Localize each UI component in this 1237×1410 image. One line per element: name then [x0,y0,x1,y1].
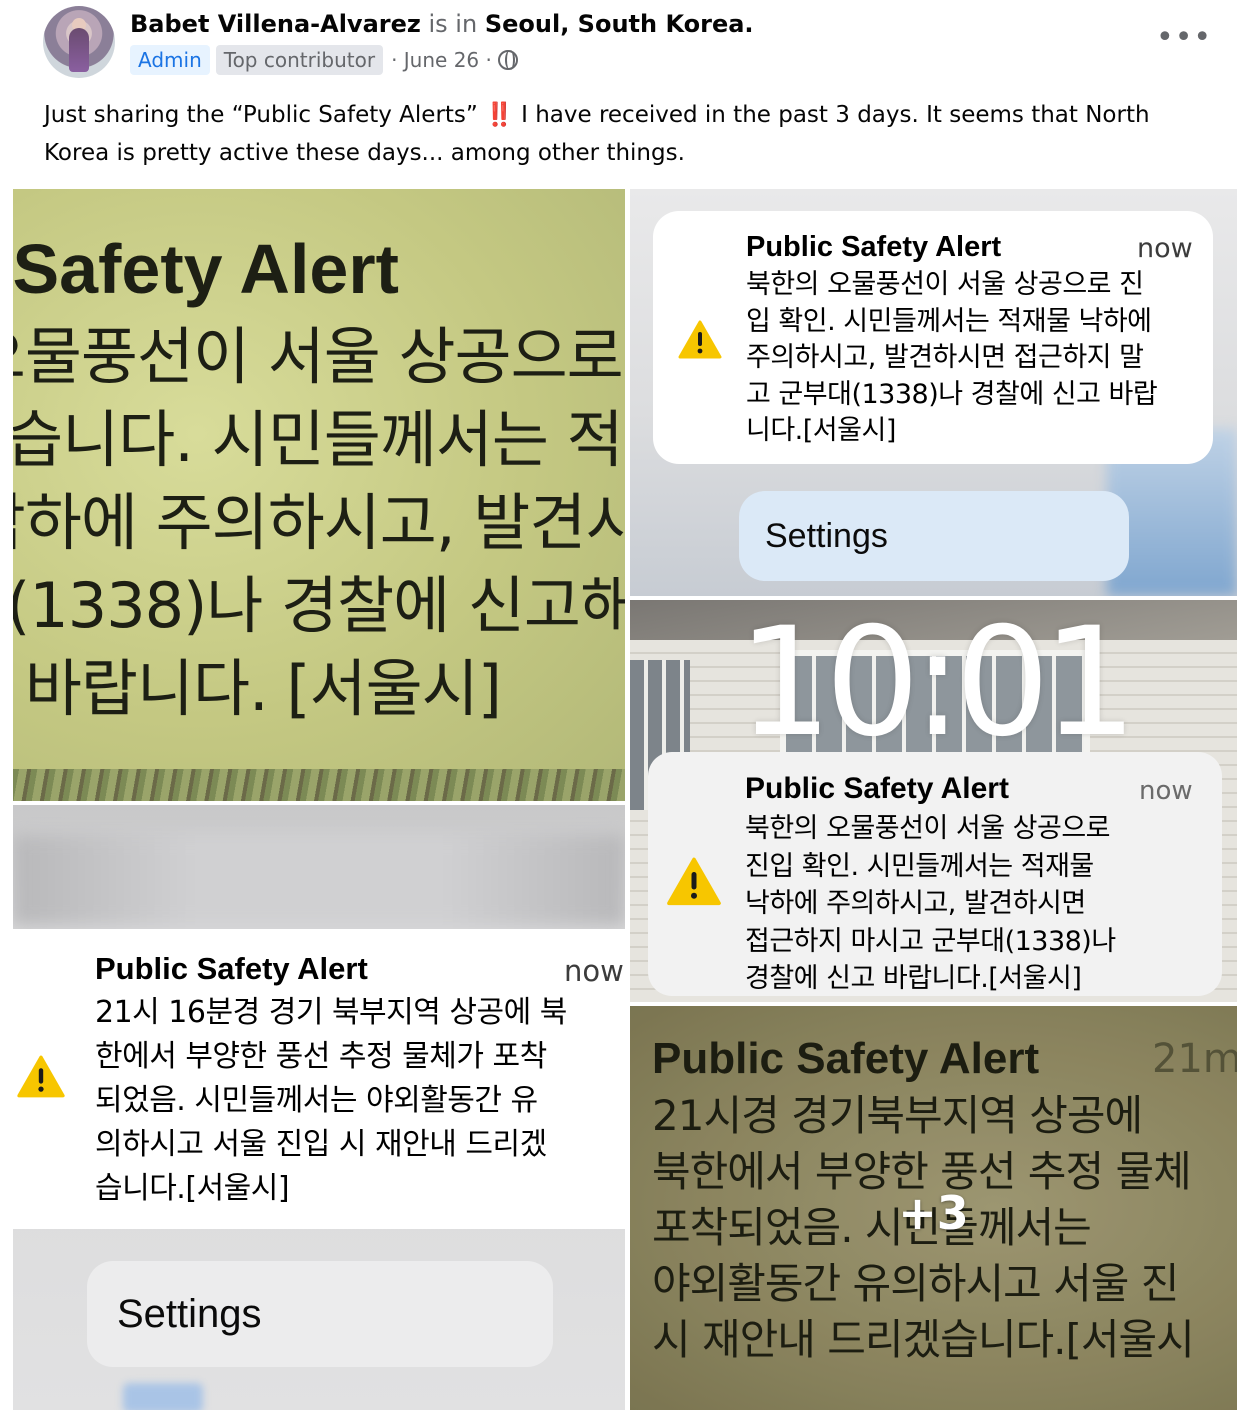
alert-title-large: Public Safety Alert [13,230,399,308]
post-header: Babet Villena-Alvarez is in Seoul, South… [0,0,1237,185]
notification-title: Public Safety Alert [746,231,1002,263]
notification-title: Public Safety Alert [745,772,1009,805]
notification-title: Public Safety Alert [95,951,368,986]
author-line: Babet Villena-Alvarez is in Seoul, South… [130,10,754,38]
notification-time: now [1137,233,1193,264]
post-text-part-1: Just sharing the “Public Safety Alerts” [44,102,486,128]
globe-icon[interactable] [497,50,518,70]
lock-screen-clock: 10:01 [737,600,1137,770]
notification-time: now [564,954,624,988]
author-name[interactable]: Babet Villena-Alvarez [130,10,421,38]
is-in-text: is in [428,10,478,38]
post-meta: Admin Top contributor · June 26 · [130,44,518,76]
more-horizontal-icon[interactable]: ••• [1156,20,1211,60]
alert-body-large: 북한 오물풍선이 서울 상공으로 진 입되었습니다. 시민들께서는 적 재물 낙… [13,320,625,725]
more-photos-count[interactable]: +3 [630,1186,1237,1240]
top-contributor-badge[interactable]: Top contributor [215,45,384,75]
location-link[interactable]: Seoul, South Korea. [485,10,754,38]
grass-strip [13,769,625,801]
admin-badge[interactable]: Admin [130,45,210,75]
alert-notification-2: Public Safety Alert now 북한의 오물풍선이 서울 상공으… [648,752,1222,996]
notification-time: now [1139,776,1193,806]
blurred-bar [13,835,625,925]
photo-tile-5[interactable]: Public Safety Alert 21m 21시경 경기북부지역 상공에 … [630,1006,1237,1410]
notification-body: 북한의 오물풍선이 서울 상공으로 진입 확인. 시민들께서는 적재물 낙하에 … [745,813,1116,994]
photo-tile-1[interactable]: Public Safety Alert 북한 오물풍선이 서울 상공으로 진 입… [13,189,625,801]
post-date[interactable]: · June 26 · [391,48,492,72]
avatar-figure-body [69,28,89,72]
blurred-blue-chip [123,1383,203,1410]
author-avatar[interactable] [43,6,115,78]
notification-body: 북한의 오물풍선이 서울 상공으로 진 입 확인. 시민들께서는 적재물 낙하에… [746,269,1158,446]
alert-notification-1: Public Safety Alert now 북한의 오물풍선이 서울 상공으… [653,211,1213,464]
alert-notification-3: Public Safety Alert now 21시 16분경 경기 북부지역… [13,929,625,1229]
notification-body: 21시 16분경 경기 북부지역 상공에 북 한에서 부양한 풍선 추정 물체가… [95,995,567,1206]
post-text: Just sharing the “Public Safety Alerts” … [44,96,1204,172]
double-exclamation-emoji: ‼️ [485,102,514,128]
settings-button: Settings [87,1261,553,1367]
settings-button: Settings [739,491,1129,581]
